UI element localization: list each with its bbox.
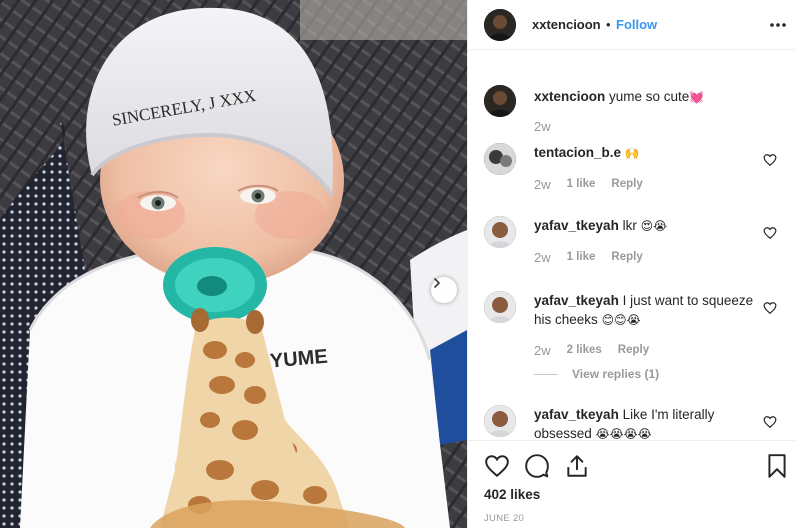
share-icon [567, 455, 587, 477]
avatar-image [484, 85, 516, 117]
comment-emoji: 🙌 [624, 146, 640, 160]
next-photo-button[interactable] [431, 277, 457, 303]
separator-dot: • [606, 17, 611, 32]
comment-like-button[interactable] [763, 153, 777, 167]
heart-icon [763, 227, 777, 240]
avatar-image [484, 291, 516, 323]
comment-meta: 2w 1 like Reply [534, 250, 643, 265]
avatar[interactable] [484, 9, 516, 41]
comment-emoji: 💓 [689, 90, 705, 104]
comment-username[interactable]: yafav_tkeyah [534, 407, 619, 422]
follow-button[interactable]: Follow [616, 17, 657, 32]
comment-like-button[interactable] [763, 415, 777, 429]
comment-text: tentacion_b.e 🙌 [534, 143, 754, 163]
comment-body: lkr [622, 218, 637, 233]
avatar[interactable] [484, 216, 516, 248]
comment-time[interactable]: 2w [534, 250, 551, 265]
heart-icon [763, 154, 777, 167]
post-photo[interactable]: SINCERELY, J XXX YUME [0, 0, 467, 528]
baby-photo-illustration: SINCERELY, J XXX YUME [0, 0, 467, 528]
comment-meta: 2w 2 likes Reply [534, 343, 649, 358]
likes-count[interactable]: 402 likes [484, 487, 540, 502]
comment-meta: 2w [534, 119, 551, 134]
comment-emoji: 😊😊😭 [601, 313, 641, 327]
reply-button[interactable]: Reply [611, 250, 642, 265]
comment-body: yume so cute [609, 89, 690, 104]
view-replies-button[interactable]: View replies (1) [534, 367, 659, 381]
avatar[interactable] [484, 291, 516, 323]
post-date[interactable]: JUNE 20 [484, 513, 524, 524]
avatar-image [484, 9, 516, 41]
save-button[interactable] [764, 453, 790, 479]
comments-list[interactable]: xxtencioon yume so cute💓 2w tentacion_b.… [468, 51, 795, 439]
comment-username[interactable]: xxtencioon [534, 89, 605, 104]
post-actions: 402 likes JUNE 20 [468, 440, 795, 528]
avatar[interactable] [484, 405, 516, 437]
comment-like-button[interactable] [763, 226, 777, 240]
comment-username[interactable]: yafav_tkeyah [534, 293, 619, 308]
comment-username[interactable]: tentacion_b.e [534, 145, 621, 160]
comment-likes[interactable]: 2 likes [567, 343, 602, 358]
comment-meta: 2w 1 like Reply [534, 177, 643, 192]
reply-button[interactable]: Reply [618, 343, 649, 358]
like-button[interactable] [484, 453, 510, 479]
comment-text: yafav_tkeyah lkr 😍😭 [534, 216, 754, 236]
heart-icon [485, 455, 509, 478]
reply-button[interactable]: Reply [611, 177, 642, 192]
comment-username[interactable]: yafav_tkeyah [534, 218, 619, 233]
avatar[interactable] [484, 143, 516, 175]
comment-icon [525, 454, 549, 478]
more-options-button[interactable] [768, 15, 788, 35]
comment-emoji: 😍😭 [640, 219, 668, 233]
more-horizontal-icon [770, 23, 786, 27]
comment-text: xxtencioon yume so cute💓 [534, 87, 754, 107]
comment-text: yafav_tkeyah Like I'm literally obsessed… [534, 405, 754, 439]
avatar-image [484, 143, 516, 175]
comment-button[interactable] [524, 453, 550, 479]
post-header: xxtencioon • Follow [468, 0, 795, 50]
comment-likes[interactable]: 1 like [567, 250, 596, 265]
comment-emoji: 😭😭😭😭 [595, 427, 652, 439]
bookmark-icon [768, 454, 786, 478]
avatar-image [484, 216, 516, 248]
replies-divider-line [534, 373, 558, 375]
comment-time[interactable]: 2w [534, 343, 551, 358]
heart-icon [763, 416, 777, 429]
comment-likes[interactable]: 1 like [567, 177, 596, 192]
share-button[interactable] [564, 453, 590, 479]
comment-like-button[interactable] [763, 301, 777, 315]
comment-time[interactable]: 2w [534, 119, 551, 134]
post-side-panel: xxtencioon • Follow xxtencioon yume so c… [467, 0, 795, 528]
avatar-image [484, 405, 516, 437]
heart-icon [763, 302, 777, 315]
post-username[interactable]: xxtencioon [532, 17, 601, 32]
view-replies-label: View replies (1) [572, 367, 660, 381]
avatar[interactable] [484, 85, 516, 117]
chevron-right-icon [434, 278, 440, 288]
comment-time[interactable]: 2w [534, 177, 551, 192]
comment-text: yafav_tkeyah I just want to squeeze his … [534, 291, 754, 330]
